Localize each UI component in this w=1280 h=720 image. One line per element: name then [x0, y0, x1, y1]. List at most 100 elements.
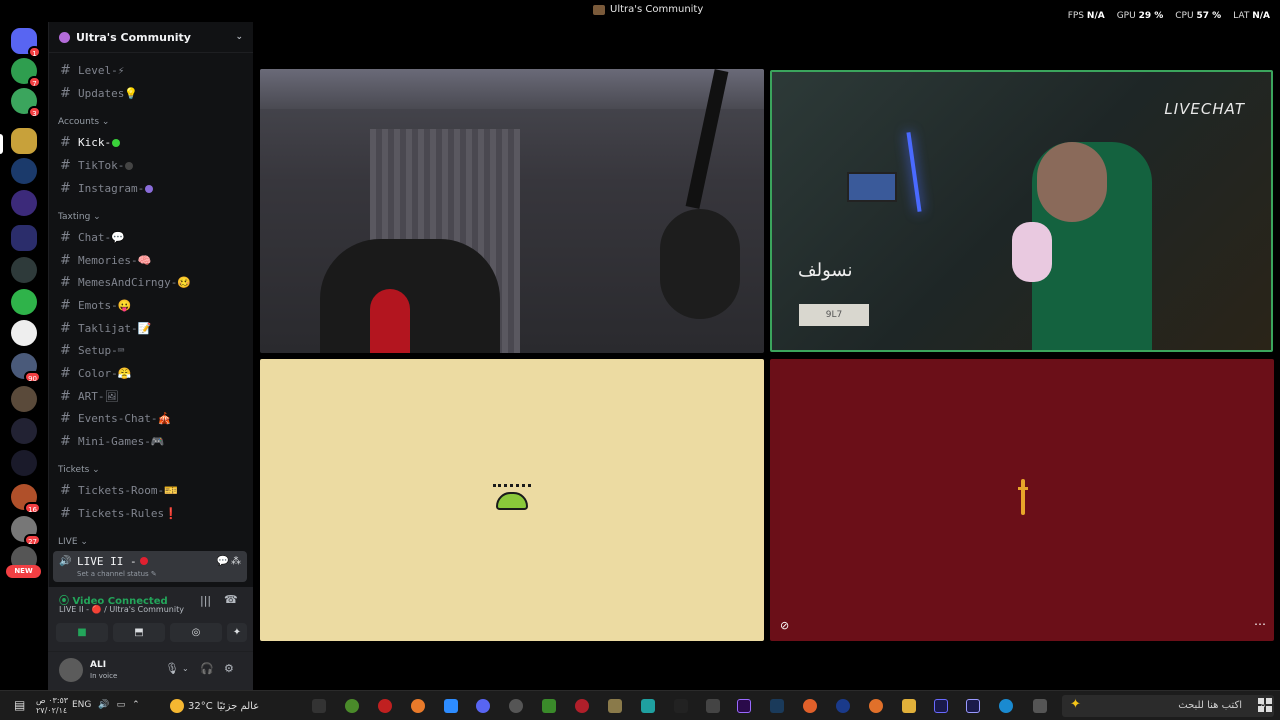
gamepad-icon: ◎ — [191, 627, 201, 638]
video-tile-avatar-maroon[interactable]: ⊘ ⋯ — [770, 359, 1274, 641]
gear-icon[interactable]: ⚙ — [224, 662, 234, 675]
tray-chevron-icon[interactable]: ⌃ — [132, 700, 140, 710]
channel-tickets-rules[interactable]: # Tickets-Rules❗ — [60, 506, 178, 521]
taskbar-search[interactable]: ✦ اكتب هنا للبحث ⌕ — [1062, 695, 1274, 717]
invite-icon[interactable]: ⁂ — [231, 556, 241, 567]
chair-stripe — [370, 289, 410, 353]
discord-taskbar-icon[interactable] — [476, 699, 490, 713]
category-tickets[interactable]: Tickets ⌄ — [58, 465, 100, 475]
taskbar-app-icon[interactable] — [312, 699, 326, 713]
server-icon[interactable] — [11, 386, 37, 412]
camera-button[interactable]: ■ — [56, 623, 108, 642]
voice-channel-live-ii[interactable]: 🔊 LIVE II - Set a channel status ✎ 💬 ⁂ — [53, 551, 247, 582]
server-rail: 1 7 3 90 16 27 — [0, 22, 48, 690]
channel-memes[interactable]: # MemesAndCirngy-🥴 — [60, 275, 191, 290]
more-options-icon[interactable]: ⋯ — [1254, 617, 1266, 631]
epic-games-icon[interactable] — [674, 699, 688, 713]
weather-text: عالم جزئيًا — [216, 700, 260, 712]
server-folder-icon[interactable] — [11, 225, 37, 251]
chevron-down-icon[interactable]: ⌄ — [182, 664, 189, 673]
voice-connected-location[interactable]: LIVE II - 🔴 / Ultra's Community — [59, 605, 184, 614]
channel-tickets-room[interactable]: # Tickets-Room-🎫 — [60, 483, 178, 498]
windows-taskbar: ▤ ٠٣:٥٣ ص ٢٧/٠٢/١٤ ENG 🔊 ▭ ⌃ 32°C عالم ج… — [0, 690, 1280, 720]
channel-taklijat[interactable]: # Taklijat-📝 — [60, 321, 151, 336]
disconnect-icon[interactable]: ☎ — [224, 593, 238, 606]
server-icon[interactable]: 3 — [11, 88, 41, 118]
server-icon[interactable] — [11, 320, 37, 346]
taskbar-app-icon[interactable] — [836, 699, 850, 713]
category-live[interactable]: LIVE ⌄ — [58, 537, 88, 547]
channel-updates[interactable]: # Updates💡 — [60, 86, 138, 101]
channel-setup[interactable]: # Setup-⌨ — [60, 343, 124, 358]
server-icon[interactable] — [11, 158, 37, 184]
hash-icon: # — [60, 389, 71, 404]
discord-home-icon[interactable]: 1 — [11, 28, 41, 58]
weather-widget[interactable]: 32°C عالم جزئيًا — [170, 699, 259, 713]
server-icon[interactable]: 7 — [11, 58, 41, 88]
language-indicator[interactable]: ENG — [72, 700, 91, 710]
channel-mini-games[interactable]: # Mini-Games-🎮 — [60, 434, 165, 449]
noise-suppression-icon[interactable]: ||| — [200, 594, 211, 607]
edge-icon[interactable] — [999, 699, 1013, 713]
firefox-icon[interactable] — [869, 699, 883, 713]
server-icon-ultras[interactable] — [11, 128, 37, 154]
server-icon[interactable]: 90 — [11, 353, 41, 383]
soundboard-button[interactable]: ✦ — [227, 623, 247, 642]
volume-icon[interactable]: 🔊 — [98, 700, 109, 710]
video-tile-avatar-cream[interactable] — [260, 359, 764, 641]
notification-icon[interactable]: ▤ — [14, 698, 25, 712]
category-texting[interactable]: Taxting ⌄ — [58, 212, 101, 222]
channel-emots[interactable]: # Emots-😛 — [60, 298, 131, 313]
channel-events-chat[interactable]: # Events-Chat-🎪 — [60, 411, 171, 426]
taskbar-app-icon[interactable] — [803, 699, 817, 713]
channel-tiktok[interactable]: # TikTok- — [60, 158, 134, 173]
taskbar-app-icon[interactable] — [706, 699, 720, 713]
popout-icon[interactable]: ⊘ — [780, 619, 789, 632]
network-icon[interactable]: ▭ — [117, 700, 126, 710]
video-tile-room-camera[interactable] — [260, 69, 764, 353]
server-icon[interactable] — [11, 418, 37, 444]
taskbar-app-icon[interactable] — [608, 699, 622, 713]
video-tile-streamer[interactable]: LIVECHAT نسولف 9L7 — [770, 70, 1273, 352]
channel-art[interactable]: # ART-🖼 — [60, 389, 118, 404]
media-encoder-icon[interactable] — [934, 699, 948, 713]
system-clock[interactable]: ٠٣:٥٣ ص ٢٧/٠٢/١٤ — [36, 696, 68, 716]
taskbar-app-icon[interactable] — [575, 699, 589, 713]
new-badge[interactable]: NEW — [6, 565, 41, 578]
file-explorer-icon[interactable] — [902, 699, 916, 713]
category-accounts[interactable]: Accounts ⌄ — [58, 117, 109, 127]
taskbar-app-icon[interactable] — [641, 699, 655, 713]
chat-bubble-icon[interactable]: 💬 — [217, 556, 229, 567]
after-effects-icon[interactable] — [966, 699, 980, 713]
taskbar-app-icon[interactable] — [378, 699, 392, 713]
premiere-icon[interactable] — [737, 699, 751, 713]
server-icon[interactable] — [11, 450, 37, 476]
channel-instagram[interactable]: # Instagram- — [60, 181, 154, 196]
channel-level[interactable]: # Level-⚡ — [60, 63, 124, 78]
steelseries-icon[interactable] — [509, 699, 523, 713]
server-icon[interactable]: 16 — [11, 484, 41, 514]
channel-kick[interactable]: # Kick- — [60, 135, 121, 150]
avatar[interactable] — [59, 658, 83, 682]
server-icon[interactable]: 27 — [11, 516, 41, 546]
activity-button[interactable]: ◎ — [170, 623, 222, 642]
zoom-icon[interactable] — [444, 699, 458, 713]
server-icon[interactable] — [11, 289, 37, 315]
channel-color[interactable]: # Color-😤 — [60, 366, 131, 381]
channel-status[interactable]: Set a channel status ✎ — [77, 570, 157, 578]
channel-chat[interactable]: # Chat-💬 — [60, 230, 125, 245]
minecraft-icon[interactable] — [542, 699, 556, 713]
server-icon[interactable] — [11, 190, 37, 216]
task-view-icon[interactable] — [1033, 699, 1047, 713]
weather-temp: 32°C — [188, 700, 213, 712]
channel-memories[interactable]: # Memories-🧠 — [60, 253, 151, 268]
taskbar-app-icon[interactable] — [345, 699, 359, 713]
guild-header[interactable]: Ultra's Community ⌄ — [49, 22, 253, 53]
screen-share-button[interactable]: ⬒ — [113, 623, 165, 642]
headphones-icon[interactable]: 🎧 — [200, 662, 214, 675]
windows-start-icon[interactable] — [1258, 698, 1272, 712]
microphone-icon[interactable]: 🎙 — [165, 662, 179, 675]
steam-icon[interactable] — [770, 699, 784, 713]
server-icon[interactable] — [11, 257, 37, 283]
blender-icon[interactable] — [411, 699, 425, 713]
